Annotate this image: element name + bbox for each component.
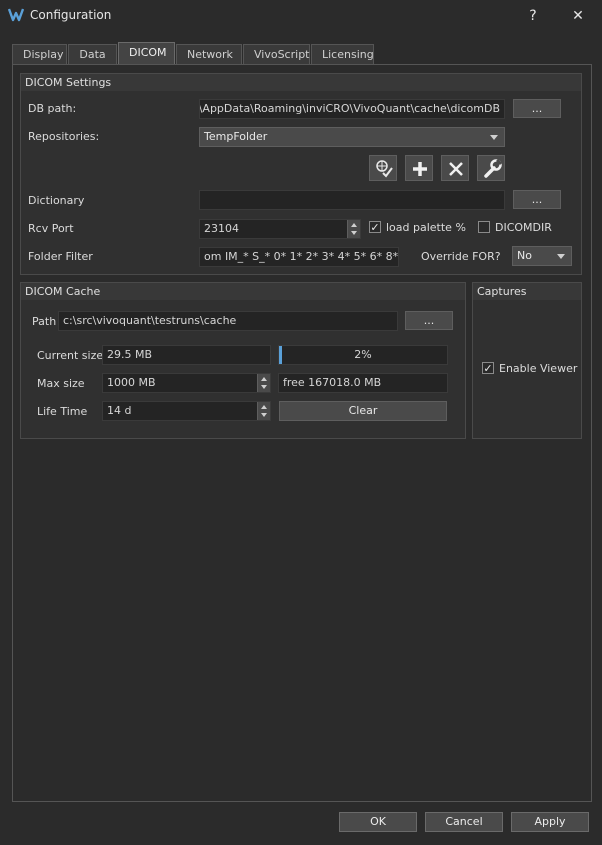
clear-cache-button[interactable]: Clear [279, 401, 447, 421]
plus-icon [413, 162, 427, 176]
tab-dicom[interactable]: DICOM [118, 42, 175, 65]
cache-usage-percent: 2% [354, 348, 372, 361]
enable-viewer-label: Enable Viewer [499, 362, 578, 375]
chevron-down-icon [557, 254, 565, 259]
tab-network[interactable]: Network [176, 44, 242, 65]
max-size-spinbox[interactable]: 1000 MB [102, 373, 271, 393]
max-size-value: 1000 MB [107, 376, 156, 389]
load-palette-label: load palette % [386, 221, 466, 234]
free-space-value: free 167018.0 MB [278, 373, 448, 393]
checkmark-icon: ✓ [483, 362, 493, 375]
cache-path-browse-button[interactable]: ... [405, 311, 453, 330]
x-icon [449, 162, 463, 176]
spin-arrows-icon[interactable] [257, 402, 270, 420]
db-path-browse-button[interactable]: ... [513, 99, 561, 118]
dicomdir-checkbox[interactable] [478, 221, 490, 233]
configure-repository-button[interactable] [477, 155, 505, 181]
life-time-value: 14 d [107, 404, 132, 417]
captures-title: Captures [473, 283, 581, 300]
apply-button[interactable]: Apply [511, 812, 589, 832]
app-logo-icon [8, 8, 24, 22]
spin-arrows-icon[interactable] [347, 220, 360, 238]
verify-repository-button[interactable] [369, 155, 397, 181]
spin-arrows-icon[interactable] [257, 374, 270, 392]
tab-licensing[interactable]: Licensing [311, 44, 374, 65]
dictionary-browse-button[interactable]: ... [513, 190, 561, 209]
help-button[interactable]: ? [515, 4, 551, 28]
remove-repository-button[interactable] [441, 155, 469, 181]
db-path-label: DB path: [28, 102, 77, 115]
rcv-port-label: Rcv Port [28, 222, 74, 235]
cache-path-label: Path [32, 315, 57, 328]
current-size-label: Current size [37, 349, 104, 362]
window-title: Configuration [30, 8, 112, 22]
tab-vivoscript[interactable]: VivoScript [243, 44, 310, 65]
db-path-input[interactable]: ers\triley\AppData\Roaming\inviCRO\VivoQ… [199, 99, 505, 119]
enable-viewer-checkbox[interactable]: ✓ [482, 362, 494, 374]
cache-usage-progress-bar: 2% [278, 345, 448, 365]
checkmark-icon: ✓ [370, 221, 380, 234]
cancel-button[interactable]: Cancel [425, 812, 503, 832]
dictionary-label: Dictionary [28, 194, 85, 207]
dicomdir-label: DICOMDIR [495, 221, 552, 234]
cache-path-input[interactable]: c:\src\vivoquant\testruns\cache [58, 311, 398, 331]
close-button[interactable]: ✕ [560, 4, 596, 28]
globe-check-icon [376, 160, 393, 178]
repositories-label: Repositories: [28, 130, 100, 143]
current-size-value: 29.5 MB [102, 345, 271, 365]
tab-data[interactable]: Data [68, 44, 117, 65]
add-repository-button[interactable] [405, 155, 433, 181]
override-for-label: Override FOR? [421, 250, 501, 263]
rcv-port-spinbox[interactable]: 23104 [199, 219, 361, 239]
dicom-cache-title: DICOM Cache [21, 283, 465, 300]
override-for-select[interactable]: No [512, 246, 572, 266]
override-for-selected-value: No [517, 249, 532, 262]
folder-filter-input[interactable]: om IM_* S_* 0* 1* 2* 3* 4* 5* 6* 8* 9* [199, 247, 399, 267]
wrench-icon [484, 158, 503, 178]
ok-button[interactable]: OK [339, 812, 417, 832]
rcv-port-value: 23104 [204, 222, 239, 235]
life-time-label: Life Time [37, 405, 88, 418]
repositories-selected-value: TempFolder [204, 130, 268, 143]
life-time-spinbox[interactable]: 14 d [102, 401, 271, 421]
dictionary-input[interactable] [199, 190, 505, 210]
max-size-label: Max size [37, 377, 85, 390]
folder-filter-label: Folder Filter [28, 250, 93, 263]
chevron-down-icon [490, 135, 498, 140]
load-palette-checkbox[interactable]: ✓ [369, 221, 381, 233]
repositories-select[interactable]: TempFolder [199, 127, 505, 147]
tab-display[interactable]: Display [12, 44, 67, 65]
dicom-settings-title: DICOM Settings [21, 74, 581, 91]
